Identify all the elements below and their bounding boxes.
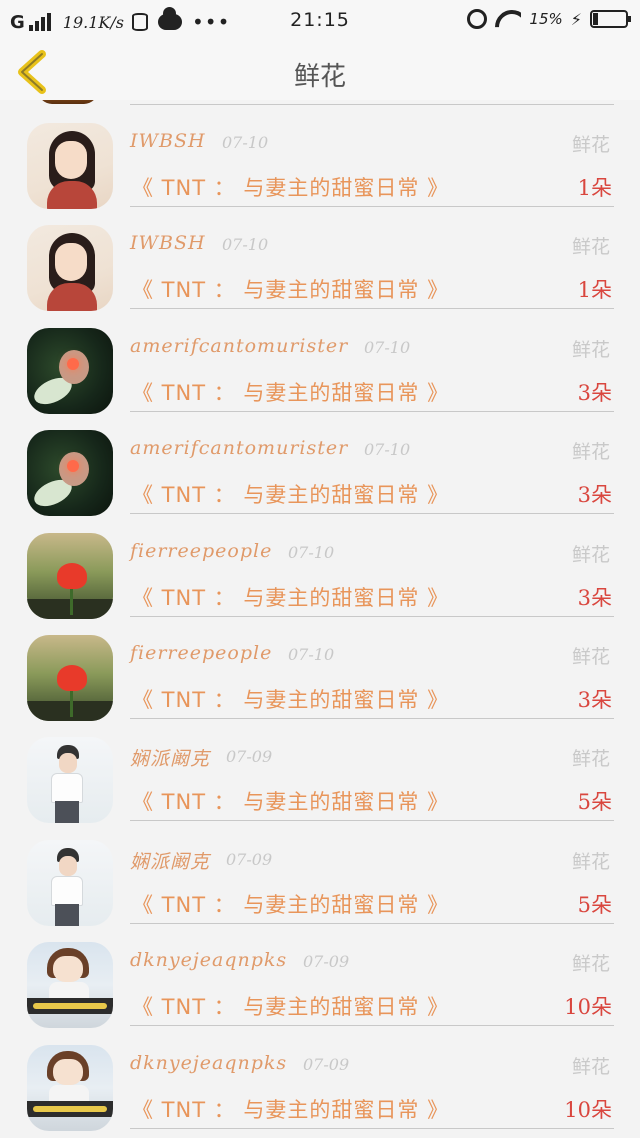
list-item[interactable]: dknyejeaqnpks 07-09 鲜花《 TNT ： 与妻主的甜蜜日常 》 10… xyxy=(0,1022,640,1131)
book-title[interactable]: 《 TNT ： 与妻主的甜蜜日常 》 xyxy=(132,786,449,816)
list-item[interactable]: dknyejeaqnpks 07-09 鲜花《 TNT ： 与妻主的甜蜜日常 》 10… xyxy=(0,919,640,1029)
username[interactable]: fierreepeople xyxy=(130,642,272,664)
username[interactable]: dknyejeaqnpks xyxy=(130,949,287,971)
gift-count: 5朵 xyxy=(577,892,612,917)
avatar[interactable] xyxy=(27,225,113,312)
battery-fill xyxy=(593,13,599,25)
avatar[interactable] xyxy=(27,123,113,209)
username[interactable]: 娴派阚克 xyxy=(130,744,210,771)
alarm-icon xyxy=(467,9,488,29)
date: 07-10 xyxy=(364,337,411,357)
charging-icon: ⚡ xyxy=(570,9,582,29)
username[interactable]: IWBSH xyxy=(130,130,206,152)
gift-count: 3朵 xyxy=(577,380,612,405)
battery-icon xyxy=(590,10,631,28)
gift-type: 鲜花 xyxy=(571,646,610,668)
nav-bar: 鲜花 xyxy=(0,44,640,100)
gift-count: 3朵 xyxy=(577,483,612,508)
book-title[interactable]: 《 TNT ： 与妻主的甜蜜日常 》 xyxy=(132,684,449,714)
gift-type: 鲜花 xyxy=(571,543,610,566)
gift-count: 5朵 xyxy=(577,790,612,815)
date: 07-10 xyxy=(222,133,269,152)
gift-count: 3朵 xyxy=(577,585,612,610)
gift-count: 10朵 xyxy=(564,995,612,1020)
status-right: 15% ⚡ xyxy=(467,9,631,29)
list-item[interactable]: IWBSH 07-10 鲜花《 TNT ： 与妻主的甜蜜日常 》 1朵 xyxy=(0,100,640,209)
page-title: 鲜花 xyxy=(293,62,346,92)
gift-type: 鲜花 xyxy=(571,441,610,464)
gift-type: 鲜花 xyxy=(571,338,610,361)
gift-type: 鲜花 xyxy=(571,236,610,259)
avatar[interactable] xyxy=(27,839,113,926)
avatar[interactable] xyxy=(27,635,113,721)
username[interactable]: amerifcantomurister xyxy=(130,437,348,459)
book-title[interactable]: 《 TNT ： 与妻主的甜蜜日常 》 xyxy=(132,172,449,202)
divider xyxy=(130,1127,614,1129)
gift-type: 鲜花 xyxy=(571,748,610,771)
username[interactable]: amerifcantomurister xyxy=(130,335,348,357)
avatar[interactable] xyxy=(27,942,113,1029)
gift-count: 1朵 xyxy=(577,176,612,200)
gift-type: 鲜花 xyxy=(571,1055,610,1078)
username[interactable]: dknyejeaqnpks xyxy=(130,1052,287,1074)
book-title[interactable]: 《 TNT ： 与妻主的甜蜜日常 》 xyxy=(132,377,449,407)
avatar[interactable] xyxy=(27,532,113,619)
date: 07-10 xyxy=(288,645,335,664)
list-item[interactable]: IWBSH 07-10 鲜花《 TNT ： 与妻主的甜蜜日常 》 1朵 xyxy=(0,202,640,312)
username[interactable]: IWBSH xyxy=(130,232,206,254)
gift-count: 10朵 xyxy=(564,1097,612,1122)
list-item[interactable]: 娴派阚克 07-09 鲜花《 TNT ： 与妻主的甜蜜日常 》 5朵 xyxy=(0,817,640,926)
avatar[interactable] xyxy=(27,430,113,517)
wifi-icon xyxy=(495,10,521,28)
book-title[interactable]: 《 TNT ： 与妻主的甜蜜日常 》 xyxy=(132,1094,449,1124)
list-item[interactable]: fierreepeople 07-10 鲜花《 TNT ： 与妻主的甜蜜日常 》 3朵 xyxy=(0,510,640,619)
date: 07-09 xyxy=(303,1054,350,1074)
avatar[interactable] xyxy=(27,1044,113,1131)
date: 07-09 xyxy=(226,747,273,767)
book-title[interactable]: 《 TNT ： 与妻主的甜蜜日常 》 xyxy=(132,274,449,304)
list-item[interactable]: 娴派阚克 07-09 鲜花《 TNT ： 与妻主的甜蜜日常 》 5朵 xyxy=(0,714,640,824)
date: 07-10 xyxy=(288,542,335,562)
book-title[interactable]: 《 TNT ： 与妻主的甜蜜日常 》 xyxy=(132,479,449,509)
list-item[interactable]: amerifcantomurister 07-10 鲜花《 TNT ： 与妻主的甜蜜… xyxy=(0,305,640,414)
book-title[interactable]: 《 TNT ： 与妻主的甜蜜日常 》 xyxy=(132,582,449,612)
date: 07-09 xyxy=(303,952,350,972)
username[interactable]: 娴派阚克 xyxy=(130,847,210,874)
date: 07-10 xyxy=(222,235,269,255)
list-item[interactable]: fierreepeople 07-10 鲜花《 TNT ： 与妻主的甜蜜日常 》 3朵 xyxy=(0,612,640,721)
battery-percent: 15% xyxy=(529,10,563,28)
avatar[interactable] xyxy=(27,327,113,414)
avatar[interactable] xyxy=(27,737,113,824)
gift-count: 1朵 xyxy=(577,278,612,303)
book-title[interactable]: 《 TNT ： 与妻主的甜蜜日常 》 xyxy=(132,889,449,919)
book-title[interactable]: 《 TNT ： 与妻主的甜蜜日常 》 xyxy=(132,991,449,1021)
list-item[interactable]: amerifcantomurister 07-10 鲜花《 TNT ： 与妻主的甜蜜… xyxy=(0,407,640,517)
gift-type: 鲜花 xyxy=(571,134,610,156)
username[interactable]: fierreepeople xyxy=(130,540,272,562)
gift-list: IWBSH 07-10 鲜花《 TNT ： 与妻主的甜蜜日常 》 1朵 IWBSH 07-… xyxy=(0,100,640,1138)
gift-type: 鲜花 xyxy=(571,850,610,873)
gift-type: 鲜花 xyxy=(571,953,610,976)
status-bar: G 19.1K/s ••• 21:15 15% ⚡ xyxy=(0,0,640,44)
date: 07-09 xyxy=(226,849,273,869)
gift-count: 3朵 xyxy=(577,688,612,712)
date: 07-10 xyxy=(364,440,411,460)
